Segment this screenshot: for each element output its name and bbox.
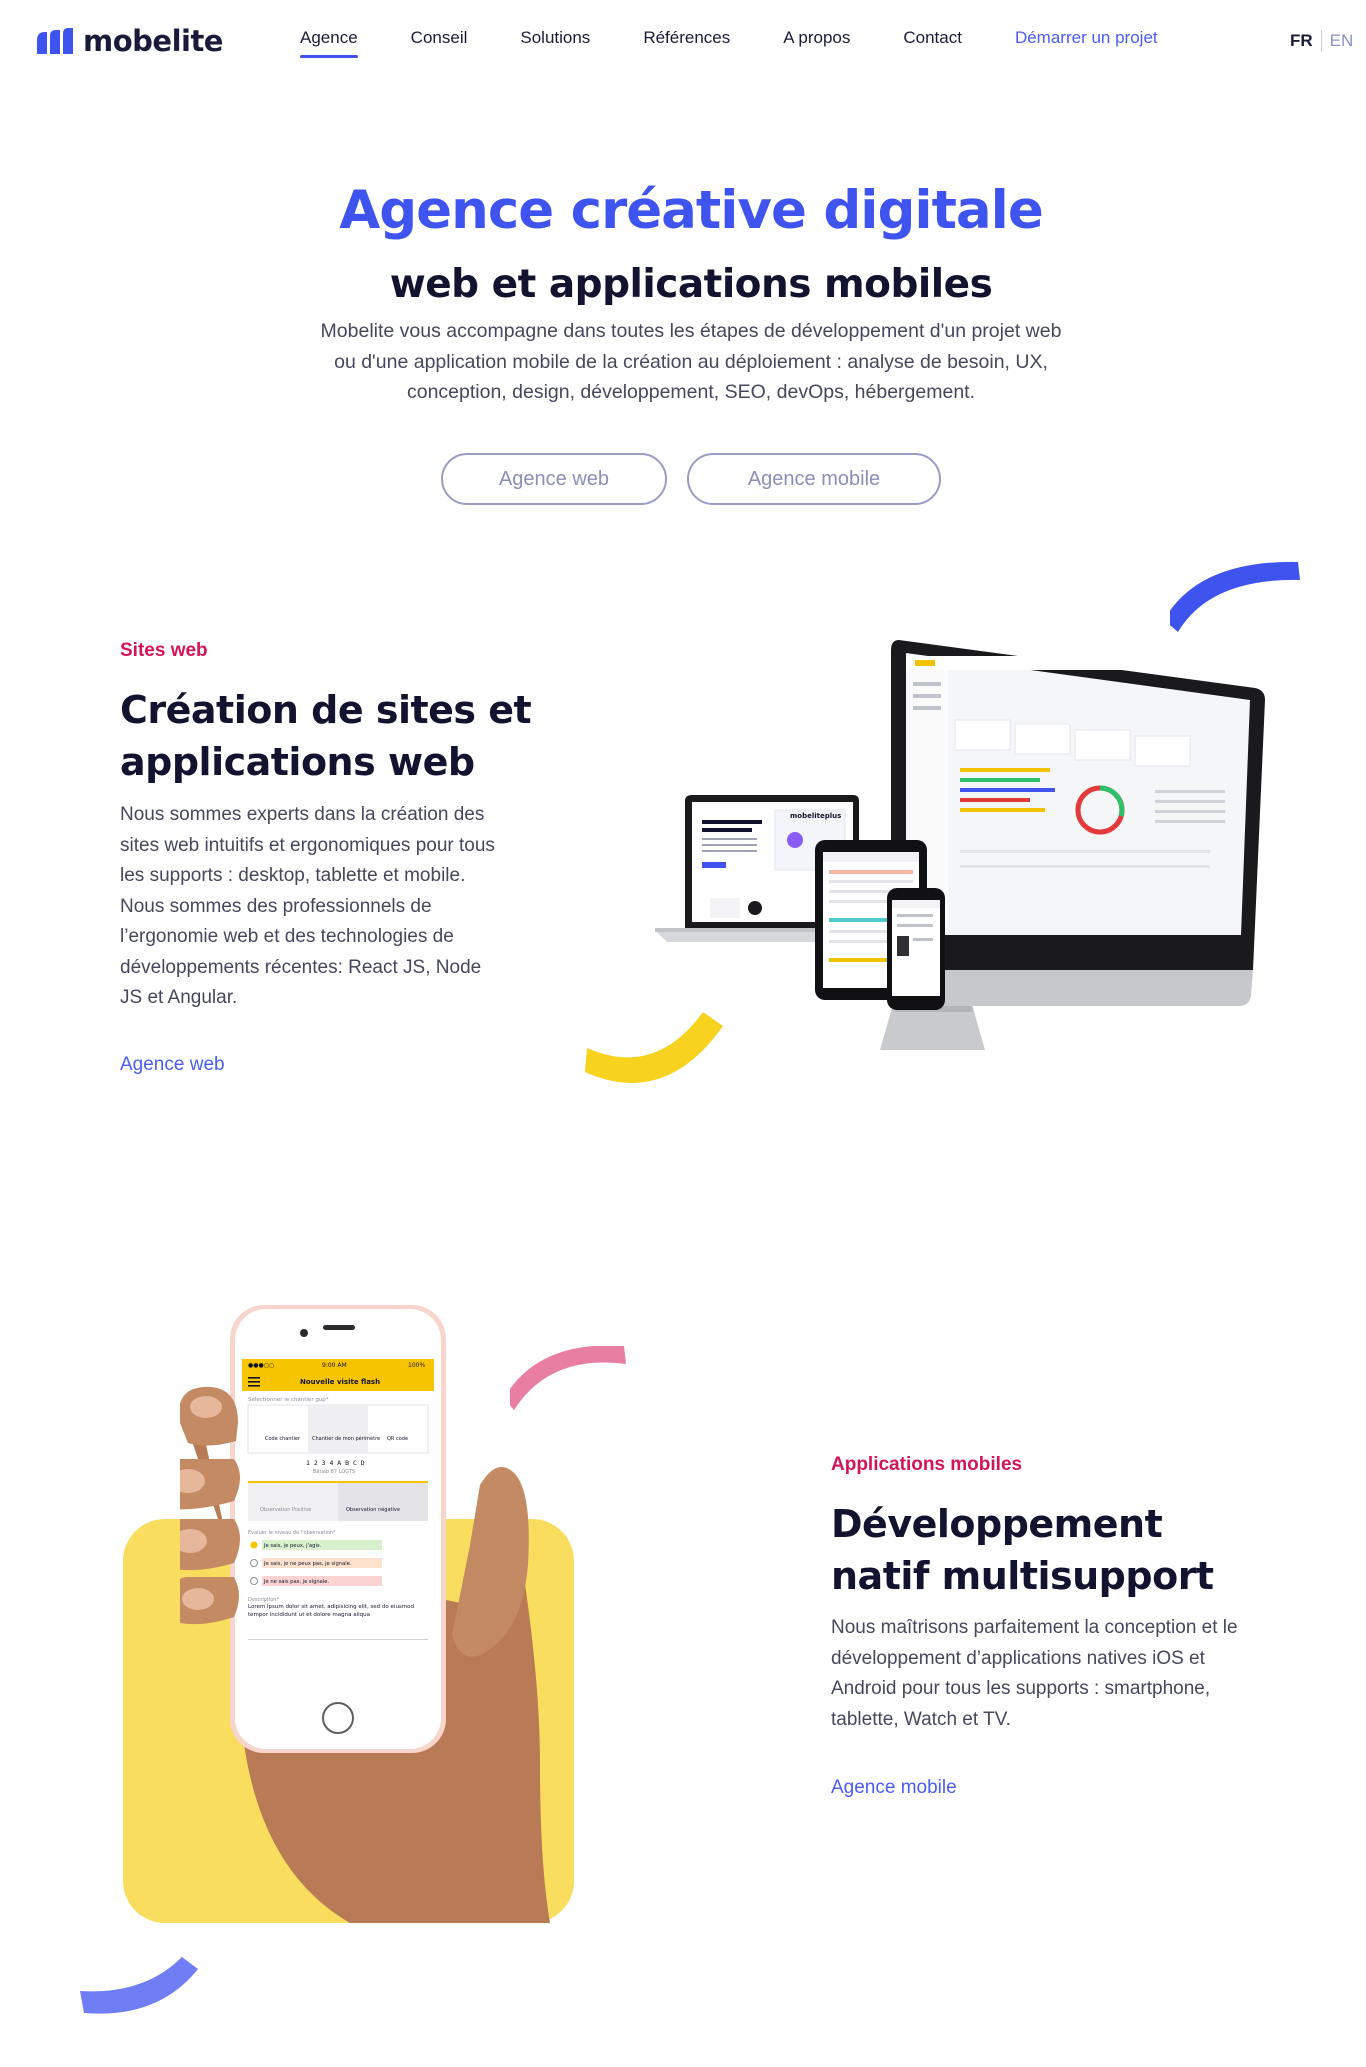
svg-text:QR code: QR code [387,1436,408,1442]
svg-text:Je sais, je ne peux pas, je si: Je sais, je ne peux pas, je signale. [263,1561,352,1567]
svg-text:1 2 3 4 A B C D: 1 2 3 4 A B C D [306,1459,365,1467]
svg-text:Code chantier: Code chantier [265,1436,301,1442]
language-switcher: FR EN [1290,30,1353,52]
phone-in-hand-image: ●●●○○ 9:00 AM 100% Nouvelle visite flash… [180,1305,550,1923]
nav-item-references[interactable]: Références [643,28,730,58]
lang-en[interactable]: EN [1330,31,1354,51]
nav-item-contact[interactable]: Contact [903,28,962,58]
hero-description: Mobelite vous accompagne dans toutes les… [320,320,1062,403]
svg-text:9:00 AM: 9:00 AM [322,1362,347,1369]
lang-fr[interactable]: FR [1290,31,1313,51]
agence-mobile-button[interactable]: Agence mobile [687,453,941,505]
top-navigation: mobelite Agence Conseil Solutions Référe… [0,0,1366,80]
svg-text:Sélectionner le chantier gup*: Sélectionner le chantier gup* [248,1396,329,1403]
blue-arc-decoration [1170,561,1300,632]
phone-illustration [887,888,945,1010]
start-project-link[interactable]: Démarrer un projet [1015,28,1158,58]
mobelite-logo[interactable]: mobelite [35,24,223,58]
lang-divider [1320,30,1322,52]
svg-text:●●●○○: ●●●○○ [248,1362,274,1369]
hero-title: Agence créative digitale [339,180,1044,241]
web-section-body: Nous sommes experts dans la création des… [120,804,495,1008]
svg-text:mobeliteplus: mobeliteplus [790,812,841,820]
agence-mobile-link[interactable]: Agence mobile [831,1777,957,1799]
svg-text:Observation négative: Observation négative [346,1506,400,1513]
nav-item-agence[interactable]: Agence [300,28,358,58]
nav-item-a-propos[interactable]: A propos [783,28,850,58]
mobile-section-eyebrow: Applications mobiles [831,1454,1023,1475]
logo-mark-icon [37,28,73,54]
svg-text:Bâtiab 87 LOGTS: Bâtiab 87 LOGTS [313,1468,355,1475]
devices-mockup-image: mobeliteplus [655,640,1265,1050]
nav-item-solutions[interactable]: Solutions [520,28,590,58]
svg-text:Evaluer le niveau de l'observa: Evaluer le niveau de l'observation* [248,1530,336,1536]
periwinkle-arc-decoration [80,1957,198,2014]
phone-description-text: Lorem ipsum dolor sit amet, adipisicing … [248,1604,415,1618]
svg-text:Nouvelle visite flash: Nouvelle visite flash [300,1378,380,1386]
svg-text:Chantier de mon périmètre: Chantier de mon périmètre [312,1435,380,1442]
logo-wordmark: mobelite [83,24,223,58]
mobile-section-title: Développement natif multisupport [831,1502,1214,1598]
agence-web-button[interactable]: Agence web [441,453,667,505]
svg-text:100%: 100% [408,1362,425,1369]
svg-text:Observation Positive: Observation Positive [260,1507,311,1513]
agence-web-link[interactable]: Agence web [120,1054,225,1076]
main-menu: Agence Conseil Solutions Références A pr… [300,28,1211,58]
svg-text:Je ne sais pas, je signale.: Je ne sais pas, je signale. [263,1579,329,1585]
nav-item-conseil[interactable]: Conseil [411,28,468,58]
svg-text:Je sais, je peux, j'agis.: Je sais, je peux, j'agis. [263,1543,322,1549]
web-section-eyebrow: Sites web [120,640,208,661]
web-section-title: Création de sites et applications web [120,688,532,784]
hero-subtitle: web et applications mobiles [389,262,993,307]
mobile-section-body: Nous maîtrisons parfaitement la concepti… [831,1617,1238,1730]
